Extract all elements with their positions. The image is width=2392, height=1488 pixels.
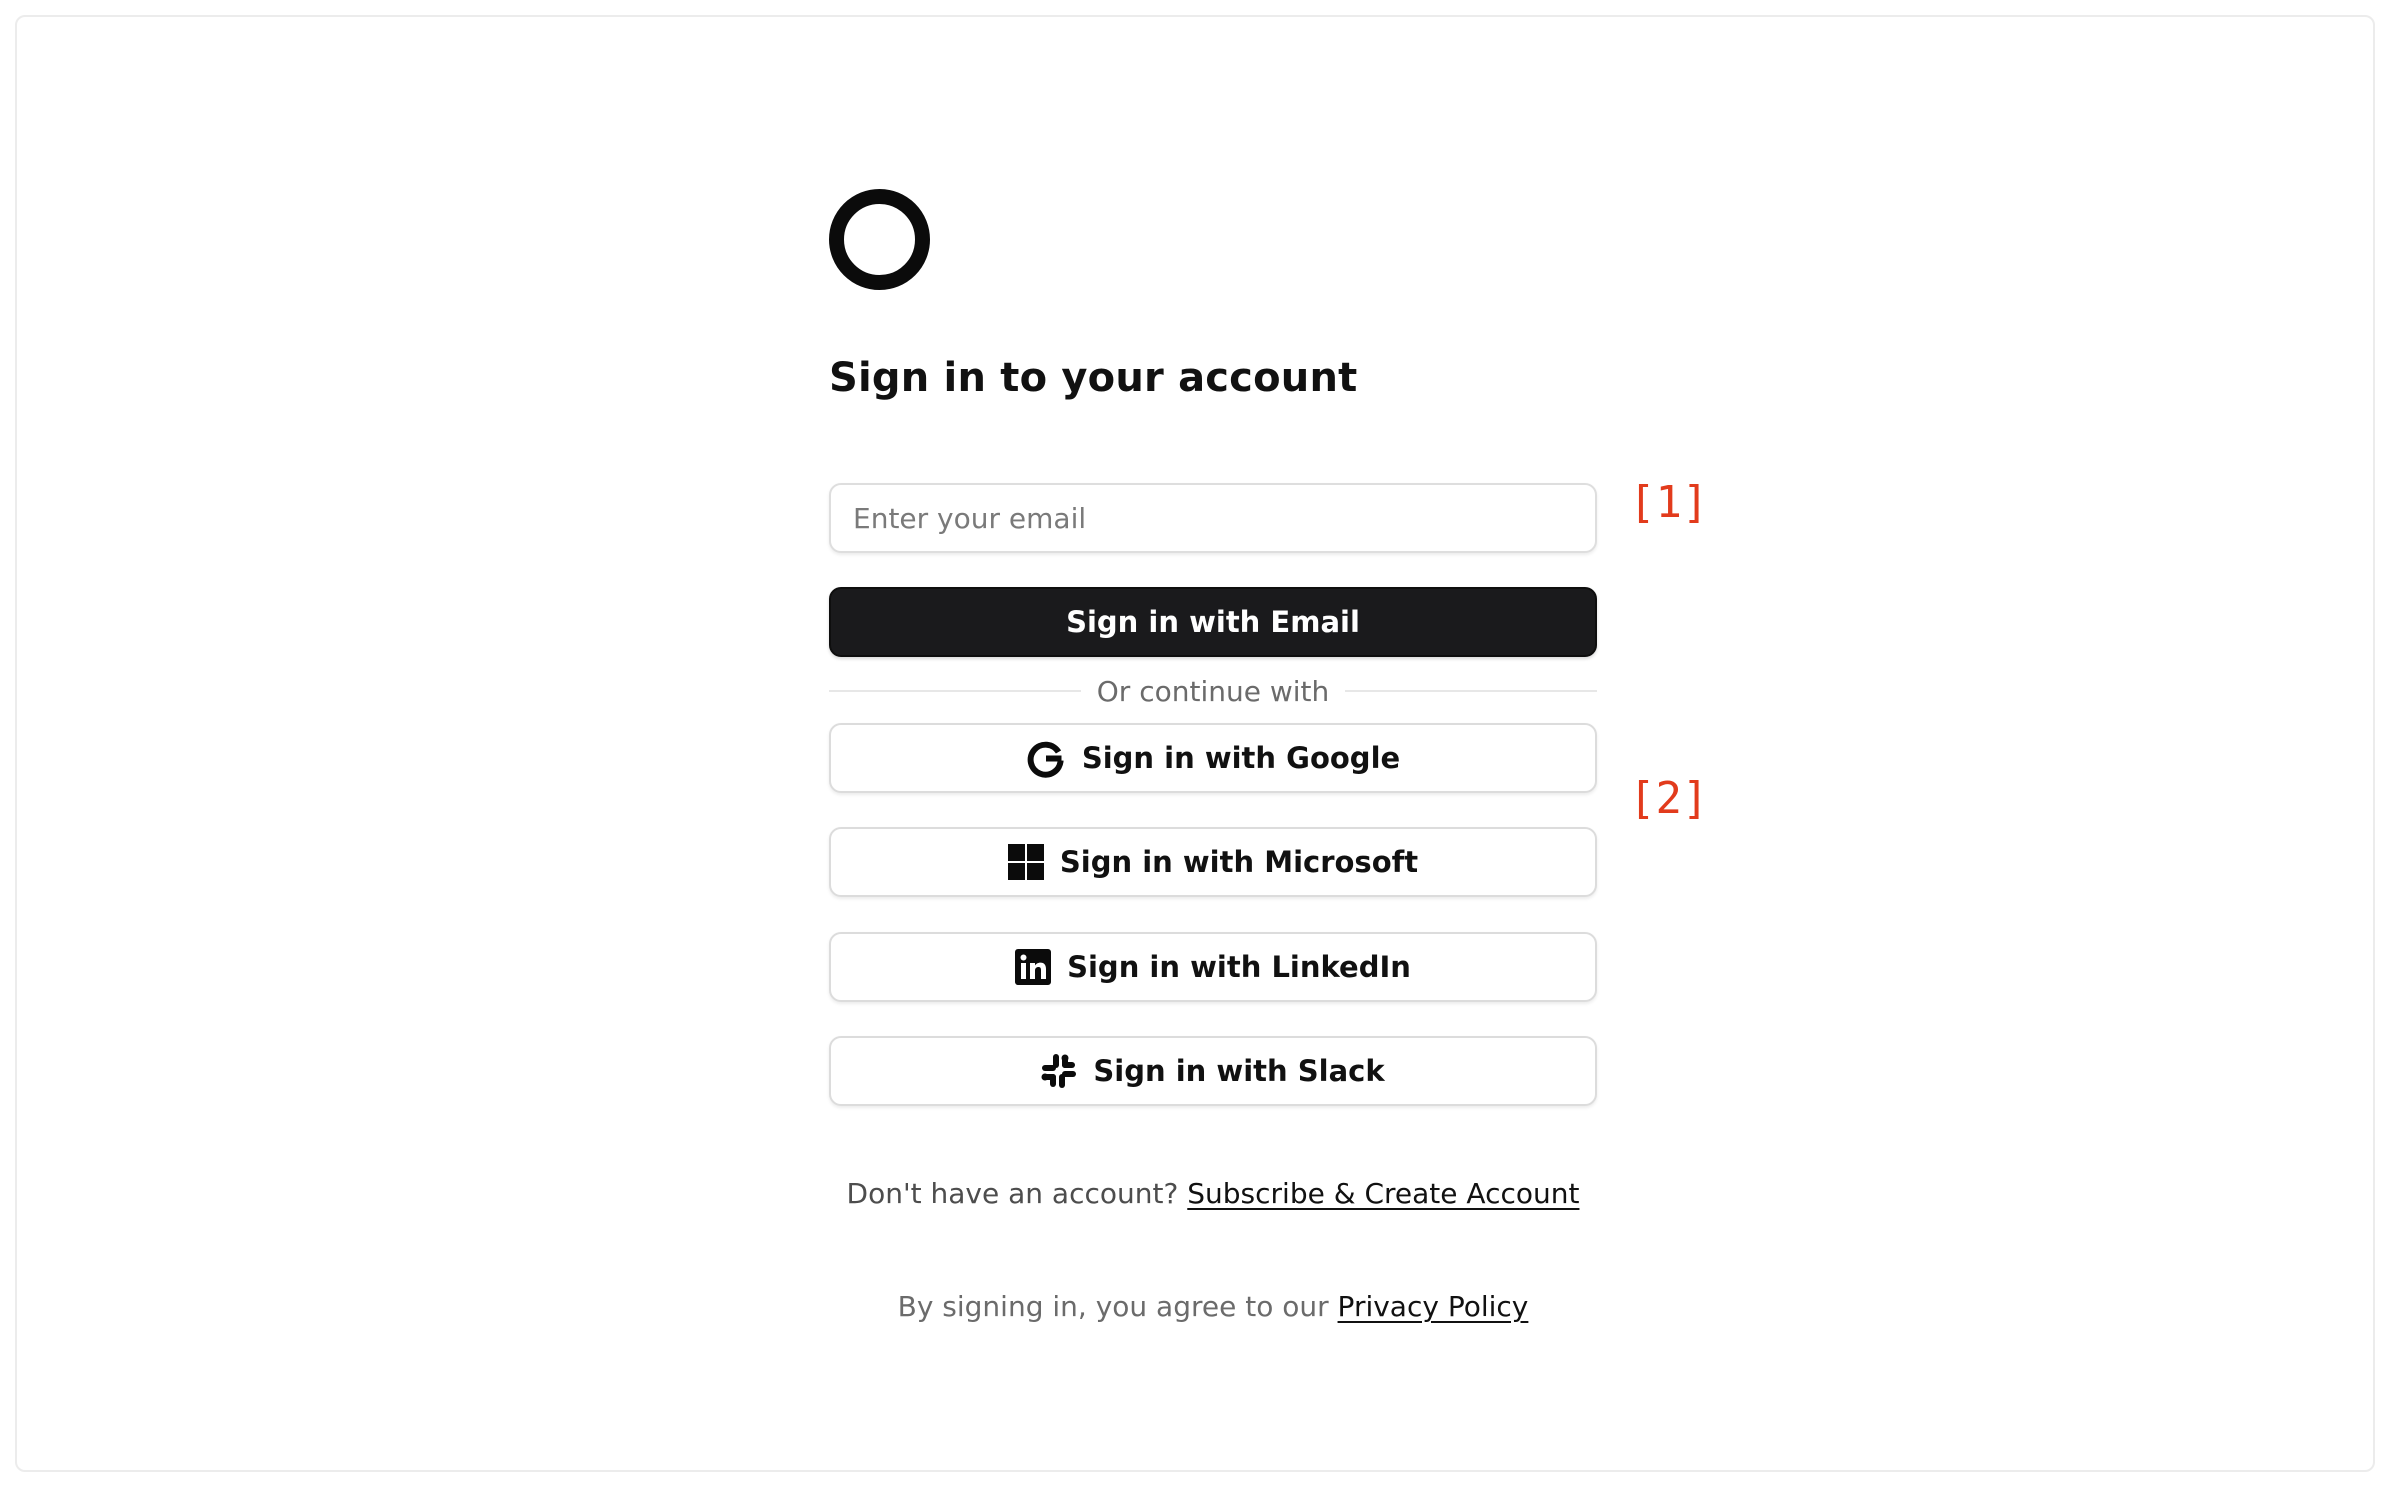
privacy-policy-link[interactable]: Privacy Policy: [1338, 1290, 1529, 1323]
sign-in-google-label: Sign in with Google: [1081, 741, 1401, 775]
page-title: Sign in to your account: [829, 355, 1358, 401]
divider-line-left: [829, 690, 1081, 692]
sign-in-microsoft-button[interactable]: Sign in with Microsoft: [829, 827, 1597, 897]
sign-in-linkedin-label: Sign in with LinkedIn: [1067, 950, 1411, 984]
login-card: Sign in to your account [1] Sign in with…: [15, 15, 2375, 1472]
sign-in-email-label: Sign in with Email: [1066, 605, 1360, 639]
divider-line-right: [1345, 690, 1598, 692]
sign-in-linkedin-button[interactable]: Sign in with LinkedIn: [829, 932, 1597, 1002]
sign-in-microsoft-label: Sign in with Microsoft: [1059, 845, 1419, 879]
sign-in-google-button[interactable]: Sign in with Google: [829, 723, 1597, 793]
privacy-notice-text: By signing in, you agree to our: [897, 1290, 1329, 1323]
signup-prompt: Don't have an account? Subscribe & Creat…: [829, 1177, 1597, 1210]
annotation-marker-2: [2]: [1629, 773, 1709, 824]
subscribe-create-account-link[interactable]: Subscribe & Create Account: [1187, 1177, 1579, 1210]
divider-label: Or continue with: [1096, 674, 1330, 708]
google-icon: [1026, 738, 1066, 778]
annotation-marker-1: [1]: [1629, 477, 1709, 528]
signup-prompt-text: Don't have an account?: [846, 1177, 1179, 1210]
sign-in-email-button[interactable]: Sign in with Email: [829, 587, 1597, 657]
privacy-notice: By signing in, you agree to our Privacy …: [829, 1290, 1597, 1323]
microsoft-icon: [1007, 844, 1044, 880]
divider: Or continue with: [829, 673, 1598, 709]
sign-in-slack-label: Sign in with Slack: [1093, 1054, 1385, 1088]
slack-icon: [1041, 1053, 1077, 1089]
sign-in-slack-button[interactable]: Sign in with Slack: [829, 1036, 1597, 1106]
ring-logo-icon: [829, 189, 930, 290]
linkedin-icon: [1015, 949, 1052, 985]
email-field[interactable]: [829, 483, 1597, 553]
